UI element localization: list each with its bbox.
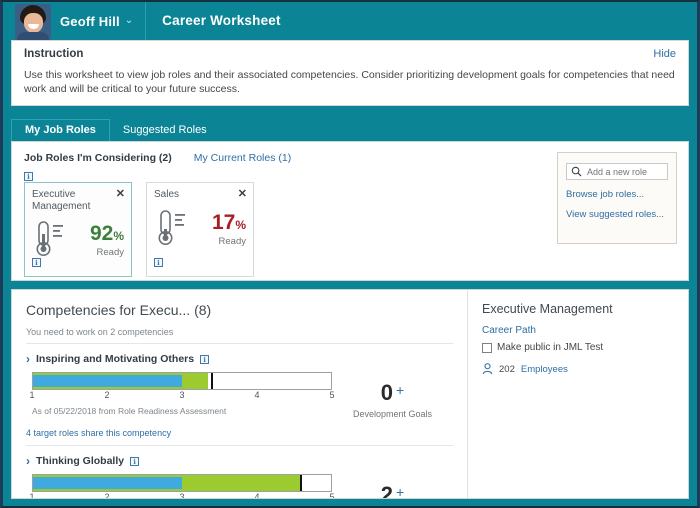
employees-row: 202 Employees — [482, 363, 674, 375]
info-icon[interactable]: ℹ — [154, 257, 163, 267]
competencies-subtitle: You need to work on 2 competencies — [26, 327, 453, 345]
add-goal-button[interactable]: + — [396, 382, 404, 398]
career-path-link[interactable]: Career Path — [482, 325, 674, 336]
role-card-title: Sales — [154, 189, 180, 201]
instruction-panel: Instruction Hide Use this worksheet to v… — [11, 40, 689, 107]
search-icon — [571, 167, 582, 177]
axis-tick-label: 2 — [104, 390, 110, 401]
competency-chart: 1 2 3 4 5 As of 05/22/2018 from Role Readine… — [26, 366, 335, 417]
readiness-percent: 17% — [190, 212, 246, 233]
chart-axis: 1 2 3 4 5 — [29, 390, 335, 404]
proficiency-bar — [32, 372, 332, 391]
info-icon[interactable]: ℹ — [130, 456, 140, 466]
close-icon[interactable]: ✕ — [238, 187, 247, 200]
close-icon[interactable]: ✕ — [116, 187, 125, 200]
hide-instruction-link[interactable]: Hide — [653, 48, 676, 60]
make-public-checkbox-row[interactable]: Make public in JML Test — [482, 342, 674, 353]
info-icon[interactable]: ℹ — [32, 257, 41, 267]
axis-tick-label: 3 — [179, 390, 185, 401]
readiness-percent: 92% — [68, 223, 124, 244]
axis-tick-label: 1 — [29, 492, 35, 499]
percent-sign: % — [235, 217, 246, 232]
readiness-label: Ready — [218, 235, 246, 247]
axis-tick-label: 1 — [29, 390, 35, 401]
employee-count: 202 — [499, 363, 515, 375]
role-detail-panel: Executive Management Career Path Make pu… — [468, 290, 688, 498]
avatar[interactable] — [15, 3, 51, 40]
development-goals-block: 0 + Development Goals — [332, 366, 453, 419]
competency-name: Thinking Globally — [36, 455, 125, 468]
competencies-section: Competencies for Execu... (8) You need t… — [11, 289, 689, 500]
chart-annotation: As of 05/22/2018 from Role Readiness Ass… — [32, 406, 227, 417]
chevron-right-icon[interactable]: › — [26, 352, 30, 366]
employees-link[interactable]: Employees — [521, 364, 568, 375]
app-window: Geoff Hill ⌄ Career Worksheet Instructio… — [0, 0, 700, 508]
make-public-label: Make public in JML Test — [497, 342, 604, 354]
person-icon — [482, 363, 493, 375]
top-navigation-bar: Geoff Hill ⌄ Career Worksheet — [3, 2, 697, 40]
info-icon[interactable]: ℹ — [24, 171, 33, 181]
competency-row: › Thinking Globally ℹ 12345 As of 05/22/… — [26, 446, 453, 498]
tab-my-job-roles[interactable]: My Job Roles — [11, 119, 110, 142]
axis-tick-label: 4 — [254, 492, 260, 499]
competency-list: Competencies for Execu... (8) You need t… — [12, 290, 468, 499]
info-icon[interactable]: ℹ — [200, 354, 210, 364]
browse-job-roles-link[interactable]: Browse job roles... — [566, 189, 668, 200]
goals-count: 2 — [380, 482, 394, 499]
tab-suggested-roles[interactable]: Suggested Roles — [110, 120, 220, 141]
roles-considering-label: Job Roles I'm Considering (2) — [24, 152, 172, 165]
thermometer-icon — [158, 209, 185, 245]
competency-row: › Inspiring and Motivating Others ℹ 1 2 3 4… — [26, 344, 453, 447]
instruction-title: Instruction — [24, 48, 84, 60]
bar-marker-required — [210, 373, 213, 390]
tab-bar: My Job Roles Suggested Roles — [11, 117, 689, 142]
chart-axis: 1 2 3 4 5 — [29, 492, 335, 499]
competency-name: Inspiring and Motivating Others — [36, 353, 195, 366]
readiness-value: 92 — [89, 222, 114, 246]
percent-sign: % — [113, 229, 124, 244]
role-card-executive-management[interactable]: Executive Management ✕ 92% Ready ℹ — [24, 182, 132, 278]
add-role-search[interactable] — [566, 163, 668, 181]
goals-count: 0 — [380, 380, 394, 406]
axis-tick-label: 5 — [329, 390, 335, 401]
job-roles-panel: Job Roles I'm Considering (2) My Current… — [11, 141, 689, 282]
page-title: Career Worksheet — [162, 13, 281, 28]
goals-label: Development Goals — [352, 409, 433, 420]
readiness-label: Ready — [96, 247, 124, 259]
bar-segment-current — [33, 375, 182, 388]
bar-marker-required — [300, 475, 303, 492]
role-card-sales[interactable]: Sales ✕ 17% Ready ℹ — [146, 182, 254, 278]
readiness-value: 17 — [211, 210, 236, 234]
chevron-down-icon: ⌄ — [124, 15, 134, 26]
axis-tick-label: 3 — [179, 492, 185, 499]
competencies-title: Competencies for Execu... (8) — [26, 302, 212, 319]
proficiency-bar — [32, 474, 332, 493]
shared-roles-link[interactable]: 4 target roles share this competency — [26, 428, 453, 447]
search-input[interactable] — [585, 165, 663, 178]
add-goal-button[interactable]: + — [396, 484, 404, 498]
user-menu[interactable]: Geoff Hill ⌄ — [15, 2, 147, 40]
bar-segment-current — [33, 477, 182, 490]
view-suggested-roles-link[interactable]: View suggested roles... — [566, 209, 668, 220]
detail-title: Executive Management — [482, 302, 613, 317]
axis-tick-label: 2 — [104, 492, 110, 499]
checkbox-icon[interactable] — [482, 342, 492, 353]
development-goals-block: 2+ Development Goals — [332, 468, 453, 498]
axis-tick-label: 5 — [329, 492, 335, 499]
user-name-label: Geoff Hill — [60, 13, 120, 29]
chevron-right-icon[interactable]: › — [26, 454, 30, 468]
add-role-panel: Browse job roles... View suggested roles… — [557, 152, 677, 245]
role-card-title: Executive Management — [32, 189, 91, 212]
competency-chart: 12345 As of 05/22/2018 from Role Readine… — [26, 468, 335, 499]
axis-tick-label: 4 — [254, 390, 260, 401]
instruction-text: Use this worksheet to view job roles and… — [24, 69, 675, 95]
my-current-roles-link[interactable]: My Current Roles (1) — [194, 152, 291, 164]
